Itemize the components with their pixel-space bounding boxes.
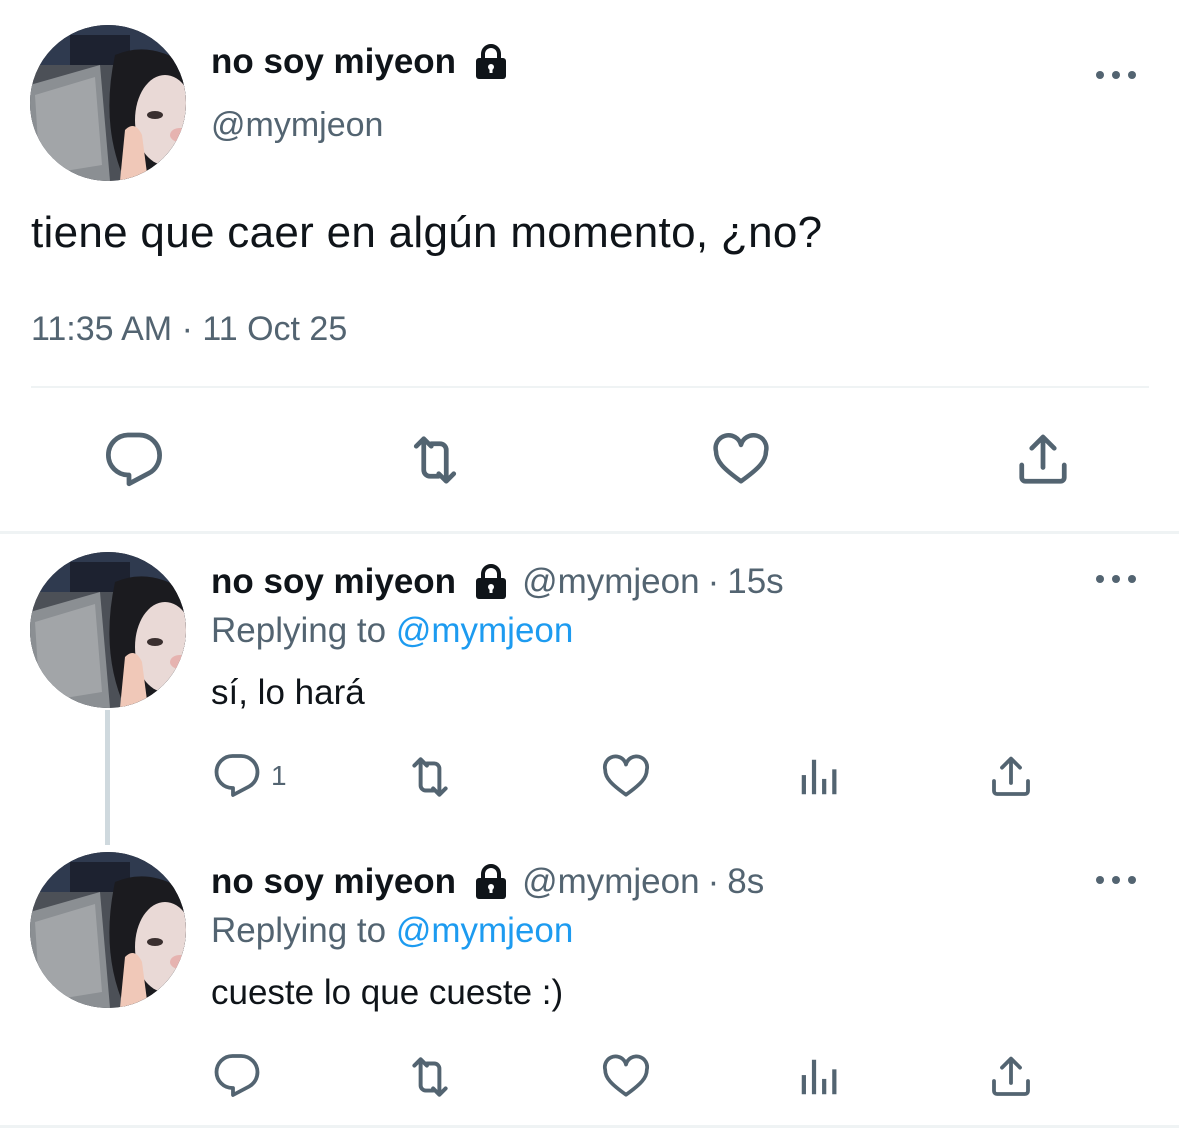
replying-to: Replying to @mymjeon: [211, 611, 573, 651]
retweet-button[interactable]: [402, 752, 458, 802]
reply-count: 1: [271, 760, 287, 791]
separator: ·: [707, 562, 720, 601]
replying-to: Replying to @mymjeon: [211, 911, 573, 951]
share-button[interactable]: [1013, 430, 1073, 490]
separator: ·: [707, 862, 720, 901]
reply-age[interactable]: 15s: [727, 562, 783, 602]
more-icon[interactable]: [1096, 875, 1136, 885]
reply-text: sí, lo hará: [211, 673, 365, 712]
display-name[interactable]: no soy miyeon: [211, 42, 508, 82]
reply-button[interactable]: [104, 430, 164, 490]
lock-icon: [474, 44, 508, 80]
lock-icon: [474, 864, 508, 900]
retweet-icon: [402, 1052, 458, 1102]
mention-link[interactable]: @mymjeon: [396, 911, 574, 950]
like-icon: [600, 752, 652, 802]
reply-button[interactable]: [213, 1052, 261, 1100]
avatar[interactable]: [30, 852, 186, 1008]
views-button[interactable]: [796, 754, 842, 800]
retweet-button[interactable]: [402, 430, 468, 490]
like-icon: [710, 430, 772, 490]
section-separator: [0, 531, 1179, 534]
avatar[interactable]: [30, 552, 186, 708]
handle[interactable]: @mymjeon: [522, 862, 700, 902]
display-name[interactable]: no soy miyeon: [211, 862, 456, 902]
reply-age[interactable]: 8s: [727, 862, 764, 902]
reply-icon: [213, 752, 261, 800]
views-icon: [796, 754, 842, 800]
avatar[interactable]: [30, 25, 186, 181]
share-button[interactable]: [987, 1052, 1035, 1102]
tweet-timestamp[interactable]: 11:35 AM · 11 Oct 25: [31, 310, 347, 349]
tweet-text: tiene que caer en algún momento, ¿no?: [31, 208, 823, 257]
mention-link[interactable]: @mymjeon: [396, 611, 574, 650]
more-icon[interactable]: [1096, 574, 1136, 584]
like-button[interactable]: [600, 752, 652, 802]
reply-icon: [213, 1052, 261, 1100]
reply-header: no soy miyeon @mymjeon · 8s: [211, 862, 764, 902]
display-name[interactable]: no soy miyeon: [211, 562, 456, 602]
share-icon: [1013, 430, 1073, 490]
reply-header: no soy miyeon @mymjeon · 15s: [211, 562, 784, 602]
replying-label: Replying to: [211, 911, 387, 950]
thread-line: [105, 710, 110, 845]
like-button[interactable]: [710, 430, 772, 490]
retweet-icon: [402, 752, 458, 802]
lock-icon: [474, 564, 508, 600]
reply-button[interactable]: 1: [213, 752, 287, 800]
retweet-icon: [402, 430, 468, 490]
display-name-text: no soy miyeon: [211, 42, 457, 81]
share-icon: [987, 752, 1035, 802]
handle[interactable]: @mymjeon: [211, 106, 383, 145]
like-icon: [600, 1052, 652, 1102]
share-button[interactable]: [987, 752, 1035, 802]
retweet-button[interactable]: [402, 1052, 458, 1102]
reply-icon: [104, 430, 164, 490]
replying-label: Replying to: [211, 611, 387, 650]
reply-text: cueste lo que cueste :): [211, 973, 564, 1012]
handle[interactable]: @mymjeon: [522, 562, 700, 602]
more-icon[interactable]: [1096, 70, 1136, 80]
views-button[interactable]: [796, 1054, 842, 1100]
like-button[interactable]: [600, 1052, 652, 1102]
divider: [31, 386, 1149, 388]
views-icon: [796, 1054, 842, 1100]
share-icon: [987, 1052, 1035, 1102]
